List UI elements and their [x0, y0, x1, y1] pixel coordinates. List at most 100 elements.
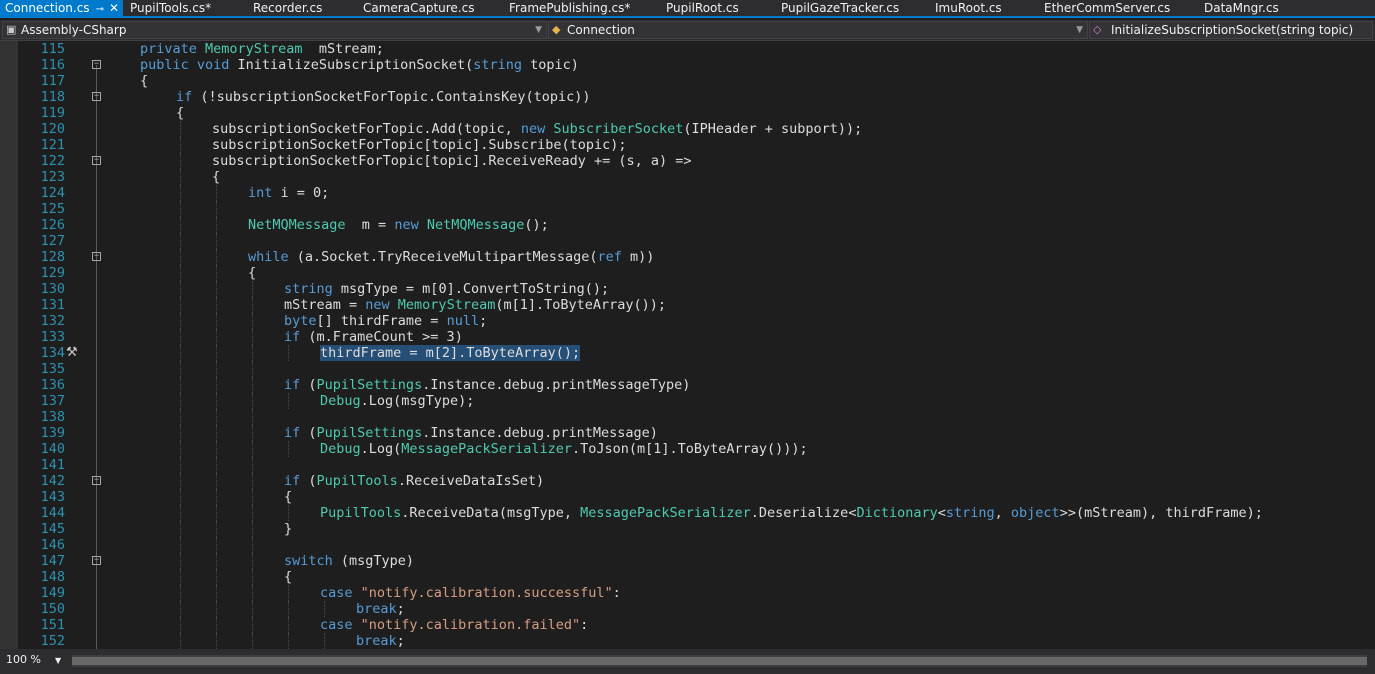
project-label: Assembly-CSharp — [21, 23, 127, 37]
chevron-down-icon: ▼ — [535, 25, 542, 35]
code-line[interactable]: 139 if (PupilSettings.Instance.debug.prin… — [0, 425, 1375, 441]
code-token: } — [284, 521, 293, 537]
code-line[interactable]: 143 { — [0, 489, 1375, 505]
code-line[interactable]: 127 — [0, 233, 1375, 249]
indent-guide — [216, 297, 217, 313]
code-line[interactable]: 148 { — [0, 569, 1375, 585]
tab-framepublishing[interactable]: FramePublishing.cs* — [509, 0, 630, 16]
indent-guide — [252, 281, 253, 297]
close-icon[interactable]: ✕ — [109, 1, 119, 15]
indent-guide — [252, 329, 253, 345]
code-line[interactable]: 147 − switch (msgType) — [0, 553, 1375, 569]
code-line[interactable]: 116 − public void InitializeSubscriptionSo… — [0, 57, 1375, 73]
keyword-token: break — [356, 601, 397, 617]
editor-bottom-bar: 100 % ▼ — [0, 649, 1375, 674]
code-line[interactable]: 144 PupilTools.ReceiveData(msgType, Messa… — [0, 505, 1375, 521]
tab-imuroot[interactable]: ImuRoot.cs — [935, 0, 1002, 16]
keyword-token: if — [284, 425, 309, 441]
code-line[interactable]: 121 subscriptionSocketForTopic[topic].Sub… — [0, 137, 1375, 153]
code-line[interactable]: 140 Debug.Log(MessagePackSerializer.ToJso… — [0, 441, 1375, 457]
member-dropdown[interactable]: ◇ InitializeSubscriptionSocket(string to… — [1089, 21, 1373, 39]
code-line[interactable]: 149 case "notify.calibration.successful": — [0, 585, 1375, 601]
indent-guide — [216, 185, 217, 201]
tab-ethercommserver[interactable]: EtherCommServer.cs — [1044, 0, 1170, 16]
keyword-token: new — [394, 217, 427, 233]
code-line[interactable]: 125 — [0, 201, 1375, 217]
code-text: break; — [356, 601, 405, 617]
tab-pupilgazetracker[interactable]: PupilGazeTracker.cs — [781, 0, 899, 16]
indent-guide — [180, 185, 181, 201]
keyword-token: case — [320, 617, 361, 633]
code-text: if (PupilSettings.Instance.debug.printMe… — [284, 425, 658, 441]
collapse-icon[interactable]: − — [92, 156, 101, 165]
keyword-token: if — [284, 329, 309, 345]
indent-guide — [216, 489, 217, 505]
project-dropdown[interactable]: ▣ Assembly-CSharp ▼ — [2, 21, 547, 39]
horizontal-scrollbar[interactable] — [72, 655, 1367, 667]
code-line[interactable]: 128 − while (a.Socket.TryReceiveMultipartM… — [0, 249, 1375, 265]
code-line[interactable]: 129 { — [0, 265, 1375, 281]
line-number: 116 — [40, 57, 65, 73]
tab-cameracapture[interactable]: CameraCapture.cs — [363, 0, 474, 16]
code-line[interactable]: 124 int i = 0; — [0, 185, 1375, 201]
collapse-icon[interactable]: − — [92, 92, 101, 101]
code-line[interactable]: 126 NetMQMessage m = new NetMQMessage(); — [0, 217, 1375, 233]
code-line[interactable]: 152 break; — [0, 633, 1375, 649]
tab-connection[interactable]: Connection.cs ⊸ ✕ — [0, 0, 124, 16]
code-line[interactable]: 137 Debug.Log(msgType); — [0, 393, 1375, 409]
code-line[interactable]: 141 — [0, 457, 1375, 473]
code-line[interactable]: 138 — [0, 409, 1375, 425]
line-number: 134 — [40, 345, 65, 361]
code-line[interactable]: 115 private MemoryStream mStream; — [0, 41, 1375, 57]
collapse-icon[interactable]: − — [92, 556, 101, 565]
code-text: if (PupilSettings.Instance.debug.printMe… — [284, 377, 690, 393]
code-line[interactable]: 145} — [0, 521, 1375, 537]
collapse-icon[interactable]: − — [92, 476, 101, 485]
code-line[interactable]: 133 if (m.FrameCount >= 3) — [0, 329, 1375, 345]
collapse-icon[interactable]: − — [92, 60, 101, 69]
tab-pupilroot[interactable]: PupilRoot.cs — [666, 0, 739, 16]
code-line[interactable]: 142 − if (PupilTools.ReceiveDataIsSet) — [0, 473, 1375, 489]
type-token: NetMQMessage — [248, 217, 346, 233]
tab-datamngr[interactable]: DataMngr.cs — [1204, 0, 1279, 16]
pin-icon[interactable]: ⊸ — [96, 4, 104, 15]
code-text: string msgType = m[0].ConvertToString(); — [284, 281, 609, 297]
quick-actions-icon[interactable]: ⚒ — [66, 345, 78, 360]
indent-guide — [180, 505, 181, 521]
code-line[interactable]: 122 − subscriptionSocketForTopic[topic].Re… — [0, 153, 1375, 169]
indent-guide — [216, 601, 217, 617]
code-text: { — [284, 489, 292, 505]
scrollbar-thumb[interactable] — [72, 657, 1367, 665]
line-number: 131 — [40, 297, 65, 313]
code-line[interactable]: 134 ⚒ thirdFrame = m[2].ToByteArray(); — [0, 345, 1375, 361]
indent-guide — [180, 233, 181, 249]
code-line[interactable]: 151 case "notify.calibration.failed": — [0, 617, 1375, 633]
code-line[interactable]: 118 − if (!subscriptionSocketForTopic.Cont… — [0, 89, 1375, 105]
tab-recorder[interactable]: Recorder.cs — [253, 0, 322, 16]
code-line[interactable]: 146 — [0, 537, 1375, 553]
member-label: InitializeSubscriptionSocket(string topi… — [1111, 23, 1354, 37]
code-line[interactable]: 131 mStream = new MemoryStream(m[1].ToByt… — [0, 297, 1375, 313]
code-token: msgType = m[0].ConvertToString(); — [340, 281, 610, 297]
code-line[interactable]: 123 { — [0, 169, 1375, 185]
code-line[interactable]: 130 string msgType = m[0].ConvertToString… — [0, 281, 1375, 297]
code-line[interactable]: 120 subscriptionSocketForTopic.Add(topic,… — [0, 121, 1375, 137]
line-number: 120 — [40, 121, 65, 137]
indent-guide — [180, 217, 181, 233]
keyword-token: byte — [284, 313, 317, 329]
code-line[interactable]: 150 break; — [0, 601, 1375, 617]
zoom-dropdown[interactable]: 100 % ▼ — [6, 653, 61, 666]
collapse-icon[interactable]: − — [92, 252, 101, 261]
code-token: subscriptionSocketForTopic.Add(topic, — [212, 121, 521, 137]
indent-guide — [180, 409, 181, 425]
indent-guide — [252, 393, 253, 409]
code-editor[interactable]: 115 private MemoryStream mStream; 116 − publ… — [0, 41, 1375, 649]
code-line[interactable]: 132 byte[] thirdFrame = null; — [0, 313, 1375, 329]
tab-pupiltools[interactable]: PupilTools.cs* — [130, 0, 211, 16]
code-line[interactable]: 117 { — [0, 73, 1375, 89]
indent-guide — [252, 633, 253, 649]
code-line[interactable]: 119 { — [0, 105, 1375, 121]
code-line[interactable]: 135 — [0, 361, 1375, 377]
code-line[interactable]: 136 if (PupilSettings.Instance.debug.prin… — [0, 377, 1375, 393]
class-dropdown[interactable]: ◆ Connection ▼ — [548, 21, 1088, 39]
